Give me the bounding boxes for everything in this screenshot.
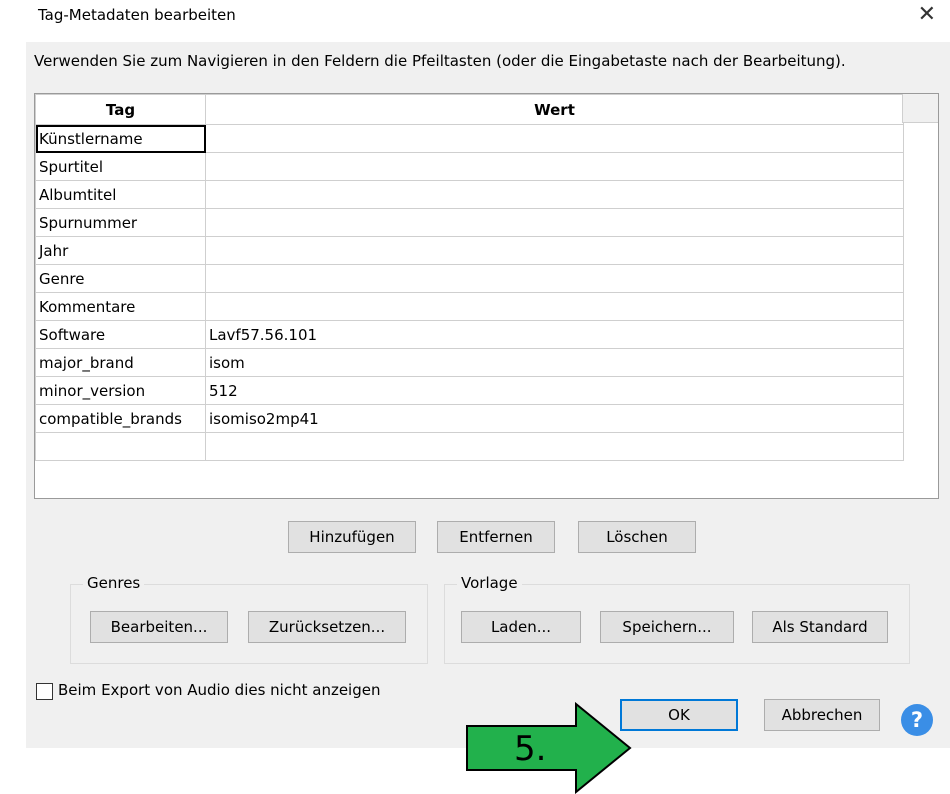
value-cell[interactable] [205, 292, 904, 321]
genres-group-label: Genres [83, 574, 145, 592]
value-cell[interactable] [205, 180, 904, 209]
tag-cell[interactable]: Software [35, 320, 206, 349]
tag-cell[interactable]: Genre [35, 264, 206, 293]
title-bar: Tag-Metadaten bearbeiten ✕ [0, 0, 950, 34]
value-cell[interactable] [205, 264, 904, 293]
column-header-value: Wert [205, 94, 904, 125]
tag-cell[interactable]: Jahr [35, 236, 206, 265]
table-row[interactable]: Spurnummer [35, 208, 904, 237]
table-row[interactable]: Kommentare [35, 292, 904, 321]
genres-edit-button[interactable]: Bearbeiten... [90, 611, 228, 643]
tag-cell[interactable]: compatible_brands [35, 404, 206, 433]
remove-button[interactable]: Entfernen [437, 521, 555, 553]
tag-cell[interactable]: minor_version [35, 376, 206, 405]
value-cell[interactable]: 512 [205, 376, 904, 405]
table-row[interactable]: Spurtitel [35, 152, 904, 181]
template-default-button[interactable]: Als Standard [752, 611, 888, 643]
tag-cell[interactable]: Künstlername [35, 124, 206, 153]
tag-cell[interactable]: Spurnummer [35, 208, 206, 237]
clear-button[interactable]: Löschen [578, 521, 696, 553]
template-load-button[interactable]: Laden... [461, 611, 581, 643]
table-header-row: Tag Wert [35, 94, 904, 125]
value-cell[interactable]: Lavf57.56.101 [205, 320, 904, 349]
value-cell[interactable] [205, 236, 904, 265]
dialog-content: Verwenden Sie zum Navigieren in den Feld… [26, 42, 950, 748]
ok-button[interactable]: OK [620, 699, 738, 731]
template-group-label: Vorlage [457, 574, 522, 592]
window-title: Tag-Metadaten bearbeiten [38, 6, 236, 24]
table-row[interactable]: Software Lavf57.56.101 [35, 320, 904, 349]
instruction-text: Verwenden Sie zum Navigieren in den Feld… [34, 52, 846, 70]
table-row[interactable]: Genre [35, 264, 904, 293]
annotation-arrow: 5. [466, 702, 632, 794]
tag-table: Tag Wert Künstlername Spurtitel Albumtitel… [35, 94, 904, 461]
genres-reset-button[interactable]: Zurücksetzen... [248, 611, 406, 643]
grid-corner [902, 94, 938, 123]
value-cell[interactable] [205, 208, 904, 237]
tag-cell[interactable]: Kommentare [35, 292, 206, 321]
table-row[interactable] [35, 432, 904, 461]
value-cell[interactable] [205, 432, 904, 461]
help-icon[interactable]: ? [901, 704, 933, 736]
table-row[interactable]: Künstlername [35, 124, 904, 153]
value-cell[interactable]: isomiso2mp41 [205, 404, 904, 433]
do-not-show-checkbox-label[interactable]: Beim Export von Audio dies nicht anzeige… [58, 681, 380, 699]
value-cell[interactable]: isom [205, 348, 904, 377]
do-not-show-checkbox[interactable] [36, 683, 53, 700]
value-cell[interactable] [205, 152, 904, 181]
value-cell[interactable] [205, 124, 904, 153]
tag-cell[interactable]: Albumtitel [35, 180, 206, 209]
tag-cell[interactable]: Spurtitel [35, 152, 206, 181]
column-header-tag: Tag [35, 94, 206, 125]
close-icon[interactable]: ✕ [918, 2, 936, 27]
template-save-button[interactable]: Speichern... [600, 611, 734, 643]
annotation-step-label: 5. [514, 729, 546, 769]
cancel-button[interactable]: Abbrechen [764, 699, 880, 731]
table-row[interactable]: Albumtitel [35, 180, 904, 209]
table-row[interactable]: Jahr [35, 236, 904, 265]
table-row[interactable]: minor_version 512 [35, 376, 904, 405]
add-button[interactable]: Hinzufügen [288, 521, 416, 553]
table-row[interactable]: compatible_brands isomiso2mp41 [35, 404, 904, 433]
tag-cell[interactable] [35, 432, 206, 461]
table-row[interactable]: major_brand isom [35, 348, 904, 377]
tag-cell[interactable]: major_brand [35, 348, 206, 377]
tag-grid[interactable]: Tag Wert Künstlername Spurtitel Albumtitel… [34, 93, 939, 499]
